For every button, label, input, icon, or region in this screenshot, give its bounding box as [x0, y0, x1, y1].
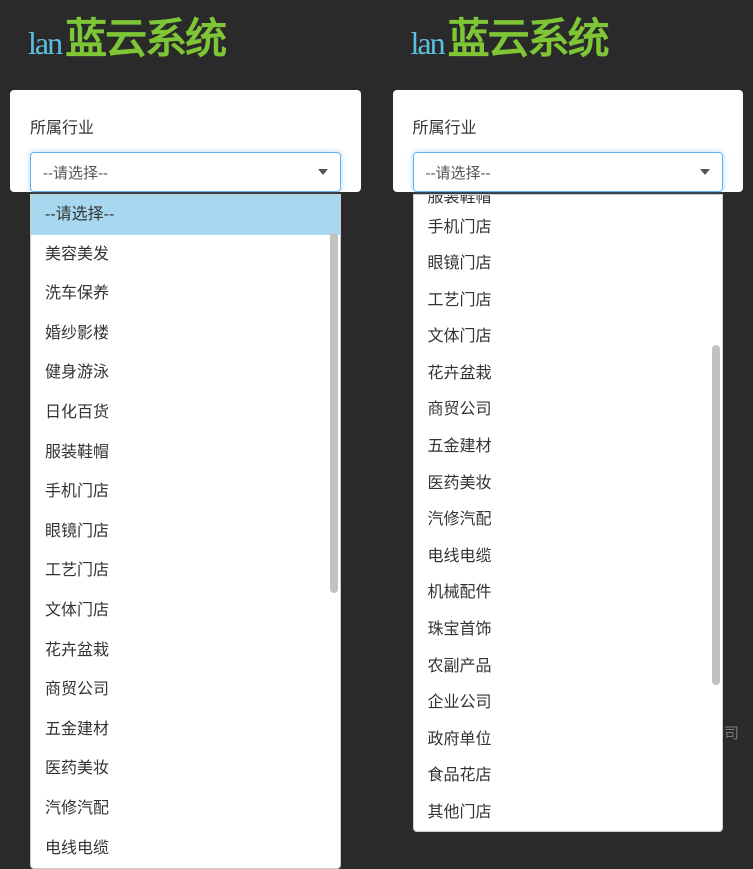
dropdown-option[interactable]: 文体门店: [31, 591, 340, 631]
dropdown-option[interactable]: 婚纱影楼: [31, 314, 340, 354]
select-value: --请选择--: [43, 162, 108, 183]
dropdown-option[interactable]: 机械配件: [414, 575, 723, 612]
logo-prefix: lan: [411, 27, 444, 59]
dropdown-option[interactable]: 手机门店: [414, 209, 723, 246]
dropdown-option[interactable]: 花卉盆栽: [414, 355, 723, 392]
dropdown-option[interactable]: 食品花店: [414, 758, 723, 795]
chevron-down-icon: [700, 169, 710, 175]
logo-icon: lan: [411, 19, 444, 59]
dropdown-option[interactable]: 美容美发: [31, 235, 340, 275]
dropdown-option[interactable]: 电线电缆: [31, 829, 340, 869]
industry-select[interactable]: --请选择--: [30, 152, 341, 192]
industry-label: 所属行业: [30, 114, 341, 138]
industry-dropdown-left: --请选择--美容美发洗车保养婚纱影楼健身游泳日化百货服装鞋帽手机门店眼镜门店工…: [30, 194, 341, 869]
logo-prefix: lan: [28, 27, 61, 59]
dropdown-option[interactable]: 电线电缆: [414, 538, 723, 575]
dropdown-option[interactable]: 健身游泳: [31, 353, 340, 393]
dropdown-option[interactable]: 工艺门店: [414, 282, 723, 319]
industry-dropdown-right: 服装鞋帽手机门店眼镜门店工艺门店文体门店花卉盆栽商贸公司五金建材医药美妆汽修汽配…: [413, 194, 724, 832]
dropdown-option[interactable]: 政府单位: [414, 721, 723, 758]
select-value: --请选择--: [426, 162, 491, 183]
industry-label: 所属行业: [413, 114, 724, 138]
dropdown-option[interactable]: 珠宝首饰: [414, 612, 723, 649]
industry-select[interactable]: --请选择--: [413, 152, 724, 192]
dropdown-option[interactable]: --请选择--: [31, 195, 340, 235]
dropdown-option[interactable]: 医药美妆: [31, 749, 340, 789]
dropdown-option[interactable]: 商贸公司: [31, 670, 340, 710]
dropdown-option[interactable]: 文体门店: [414, 319, 723, 356]
dropdown-option[interactable]: 五金建材: [414, 429, 723, 466]
dropdown-option[interactable]: 眼镜门店: [414, 246, 723, 283]
dropdown-option[interactable]: 其他门店: [414, 795, 723, 832]
dropdown-option[interactable]: 服装鞋帽: [31, 433, 340, 473]
dropdown-option[interactable]: 花卉盆栽: [31, 631, 340, 671]
logo-text: 蓝云系统: [65, 18, 225, 60]
dropdown-option[interactable]: 企业公司: [414, 685, 723, 722]
dropdown-option[interactable]: 服装鞋帽: [414, 195, 723, 209]
dropdown-option[interactable]: 五金建材: [31, 710, 340, 750]
header-right: lan 蓝云系统: [383, 0, 753, 78]
logo-text: 蓝云系统: [448, 18, 608, 60]
dropdown-option[interactable]: 洗车保养: [31, 274, 340, 314]
dropdown-option[interactable]: 汽修汽配: [31, 789, 340, 829]
dropdown-option[interactable]: 医药美妆: [414, 465, 723, 502]
dropdown-option[interactable]: 工艺门店: [31, 551, 340, 591]
chevron-down-icon: [318, 169, 328, 175]
card-right: 所属行业 --请选择-- 服装鞋帽手机门店眼镜门店工艺门店文体门店花卉盆栽商贸公…: [393, 90, 744, 192]
panel-left: lan 蓝云系统 所属行业 --请选择-- --请选择--美容美发洗车保养婚纱影…: [0, 0, 371, 192]
header-left: lan 蓝云系统: [0, 0, 371, 78]
logo-icon: lan: [28, 19, 61, 59]
dropdown-option[interactable]: 农副产品: [414, 648, 723, 685]
dropdown-option[interactable]: 手机门店: [31, 472, 340, 512]
card-left: 所属行业 --请选择-- --请选择--美容美发洗车保养婚纱影楼健身游泳日化百货…: [10, 90, 361, 192]
panel-right: lan 蓝云系统 所属行业 --请选择-- 服装鞋帽手机门店眼镜门店工艺门店文体…: [383, 0, 753, 192]
dropdown-option[interactable]: 汽修汽配: [414, 502, 723, 539]
dropdown-option[interactable]: 眼镜门店: [31, 512, 340, 552]
scrollbar-thumb[interactable]: [330, 233, 338, 593]
scrollbar-thumb[interactable]: [712, 345, 720, 685]
dropdown-option[interactable]: 商贸公司: [414, 392, 723, 429]
dropdown-option[interactable]: 日化百货: [31, 393, 340, 433]
